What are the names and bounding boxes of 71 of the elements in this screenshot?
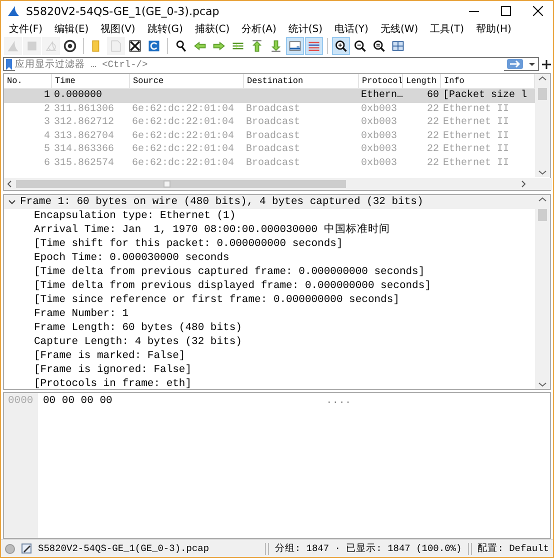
hex-bytes[interactable]: 00 00 00 00	[43, 395, 326, 407]
menu-item[interactable]: 捕获(C)	[188, 22, 236, 36]
close-icon[interactable]	[533, 6, 543, 16]
left-arrow-icon	[193, 39, 207, 53]
menu-item[interactable]: 工具(T)	[424, 22, 470, 36]
tree-item[interactable]: Arrival Time: Jan 1, 1970 08:00:00.000030000 中国标准时间	[4, 223, 535, 237]
toolbar-button[interactable]	[332, 37, 350, 55]
stop-icon	[25, 39, 39, 53]
packet-count: 分组: 1847 · 已显示: 1847 (100.0%)	[274, 542, 462, 555]
window-title: S5820V2-54QS-GE_1(GE_0-3).pcap	[26, 4, 220, 18]
column-header[interactable]: Destination	[244, 74, 359, 88]
tree-item[interactable]: Encapsulation type: Ethernet (1)	[4, 209, 535, 223]
zoom-in-icon	[334, 39, 348, 53]
zoom-reset-icon	[372, 39, 386, 53]
column-header[interactable]: Time	[52, 74, 130, 88]
ascii-bytes[interactable]: ....	[326, 395, 352, 407]
scrollbar[interactable]	[535, 74, 550, 177]
shark-fin-icon	[7, 5, 20, 17]
tree-item[interactable]: Epoch Time: 0.000030000 seconds	[4, 251, 535, 265]
close-file-icon	[128, 39, 142, 53]
capture-file-name: S5820V2-54QS-GE_1(GE_0-3).pcap	[38, 543, 210, 554]
tree-item[interactable]: Frame Number: 1	[4, 307, 535, 321]
tree-item[interactable]: Capture Length: 4 bytes (32 bits)	[4, 335, 535, 349]
menu-item[interactable]: 分析(A)	[236, 22, 282, 36]
resize-columns-icon	[391, 39, 405, 53]
tree-item[interactable]: Frame Length: 60 bytes (480 bits)	[4, 321, 535, 335]
menu-item[interactable]: 编辑(E)	[48, 22, 95, 36]
bookmark-icon[interactable]	[6, 58, 12, 70]
tree-item[interactable]: [Frame is ignored: False]	[4, 363, 535, 377]
down-arrow-icon	[269, 39, 283, 53]
horizontal-scrollbar[interactable]	[4, 178, 552, 190]
auto-scroll-icon	[288, 39, 302, 53]
column-header[interactable]: Length	[403, 74, 441, 88]
display-filter-input[interactable]: 应用显示过滤器 … <Ctrl-/>	[15, 58, 504, 70]
profile-label[interactable]: 配置: Default	[478, 542, 549, 555]
add-icon[interactable]	[542, 60, 551, 68]
expanded-caret-icon[interactable]	[8, 198, 16, 206]
menu-item[interactable]: 电话(Y)	[328, 22, 374, 36]
tree-item[interactable]: [Time since reference or first frame: 0.000000000 seconds]	[4, 293, 535, 307]
shark-fin-icon	[6, 39, 20, 53]
tree-item[interactable]: [Protocols in frame: eth]	[4, 377, 535, 389]
maximize-icon[interactable]	[501, 6, 511, 16]
column-header[interactable]: Protocol	[359, 74, 403, 88]
reload-icon	[147, 39, 161, 53]
menu-item[interactable]: 跳转(G)	[141, 22, 189, 36]
zoom-out-icon	[353, 39, 367, 53]
edit-comment-icon[interactable]	[21, 543, 32, 554]
tree-item[interactable]: [Time shift for this packet: 0.000000000 seconds]	[4, 237, 535, 251]
column-header[interactable]: Source	[130, 74, 244, 88]
status-circle-icon	[5, 544, 15, 554]
document-icon	[109, 39, 123, 53]
toolbar-button[interactable]	[61, 37, 79, 55]
up-arrow-icon	[250, 39, 264, 53]
scrollbar[interactable]	[535, 195, 550, 389]
packet-row[interactable]: 1 0.000000 Ethern… 60 [Packet size l	[4, 89, 535, 102]
toolbar-button[interactable]	[286, 37, 304, 55]
restart-icon	[44, 39, 58, 53]
tree-item[interactable]: [Time delta from previous displayed frame: 0.000000000 seconds]	[4, 279, 535, 293]
menu-item[interactable]: 视图(V)	[94, 22, 142, 36]
tree-item[interactable]: [Frame is marked: False]	[4, 349, 535, 363]
search-icon	[174, 39, 188, 53]
colorize-icon	[307, 39, 321, 53]
menu-item[interactable]: 文件(F)	[3, 22, 49, 36]
menu-item[interactable]: 帮助(H)	[470, 22, 518, 36]
column-header[interactable]: No.	[4, 74, 52, 88]
byte-offset: 0000	[8, 395, 34, 407]
display-filter-field[interactable]: 应用显示过滤器 … <Ctrl-/>	[3, 57, 539, 71]
right-arrow-icon	[212, 39, 226, 53]
menu-item[interactable]: 无线(W)	[374, 22, 424, 36]
menu-item[interactable]: 统计(S)	[282, 22, 329, 36]
tree-item[interactable]: [Time delta from previous captured frame: 0.000000000 seconds]	[4, 265, 535, 279]
